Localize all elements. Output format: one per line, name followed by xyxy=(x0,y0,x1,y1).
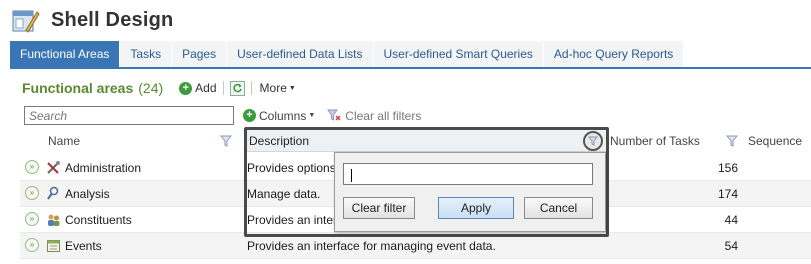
filter-icon[interactable] xyxy=(220,135,232,147)
tab-user-defined-smart-queries[interactable]: User-defined Smart Queries xyxy=(373,41,543,67)
filter-text-input[interactable] xyxy=(343,163,593,185)
clear-filter-button[interactable]: Clear filter xyxy=(343,197,415,219)
row-task-count: 156 xyxy=(717,161,738,175)
text-cursor xyxy=(351,169,352,182)
row-description: Provides an interface for managing event… xyxy=(247,239,496,253)
expand-icon[interactable]: » xyxy=(25,186,39,200)
row-name[interactable]: Analysis xyxy=(65,187,110,201)
record-count: (24) xyxy=(138,80,164,96)
tab-functional-areas[interactable]: Functional Areas xyxy=(10,41,120,67)
columns-button[interactable]: + Columns ▼ xyxy=(243,109,315,123)
column-header-tasks[interactable]: Number of Tasks xyxy=(610,134,700,148)
toolbar-divider xyxy=(222,81,224,95)
refresh-icon[interactable] xyxy=(229,80,245,96)
tab-tasks[interactable]: Tasks xyxy=(120,41,172,67)
add-label: Add xyxy=(195,81,217,95)
expand-icon[interactable]: » xyxy=(25,238,39,252)
plus-icon: + xyxy=(179,81,193,95)
tab-ad-hoc-query-reports[interactable]: Ad-hoc Query Reports xyxy=(543,41,684,67)
clear-filter-icon xyxy=(327,109,341,121)
expand-icon[interactable]: » xyxy=(25,160,39,174)
tab-bar: Functional Areas Tasks Pages User-define… xyxy=(10,41,684,67)
caret-down-icon: ▼ xyxy=(308,112,316,119)
row-task-count: 174 xyxy=(717,187,738,201)
clear-all-filters-button[interactable]: Clear all filters xyxy=(327,109,421,123)
tab-pages[interactable]: Pages xyxy=(172,41,227,67)
more-label: More xyxy=(259,81,287,95)
column-filter-popup: Clear filter Apply Cancel xyxy=(334,152,606,232)
row-name[interactable]: Constituents xyxy=(65,213,132,227)
row-name[interactable]: Events xyxy=(65,239,102,253)
row-name[interactable]: Administration xyxy=(65,161,141,175)
expand-icon[interactable]: » xyxy=(25,212,39,226)
cancel-button[interactable]: Cancel xyxy=(524,197,593,219)
tab-user-defined-data-lists[interactable]: User-defined Data Lists xyxy=(227,41,373,67)
row-task-count: 54 xyxy=(724,239,738,253)
caret-down-icon: ▼ xyxy=(288,84,296,92)
shell-design-icon xyxy=(12,10,40,33)
grid-toolbar: + Columns ▼ Clear all filters xyxy=(243,106,421,125)
tab-underline xyxy=(10,67,811,69)
column-header-sequence[interactable]: Sequence xyxy=(748,134,802,148)
calendar-icon xyxy=(47,240,60,252)
search-input[interactable] xyxy=(24,106,234,125)
panel-header: Functional areas (24) + Add More ▼ xyxy=(22,78,296,98)
columns-label: Columns xyxy=(259,108,307,123)
tools-icon xyxy=(47,161,60,174)
more-button[interactable]: More ▼ xyxy=(260,81,296,95)
panel-title: Functional areas xyxy=(22,80,134,96)
people-icon xyxy=(48,214,60,226)
add-button[interactable]: + Add xyxy=(179,81,217,95)
apply-button[interactable]: Apply xyxy=(438,197,514,219)
filter-icon[interactable] xyxy=(726,135,738,147)
page-header: Shell Design xyxy=(0,0,811,40)
column-header-name[interactable]: Name xyxy=(48,134,80,148)
clear-all-filters-label: Clear all filters xyxy=(345,108,422,123)
page-title: Shell Design xyxy=(51,9,174,31)
toolbar-divider xyxy=(250,81,252,95)
row-task-count: 44 xyxy=(724,213,738,227)
analysis-icon xyxy=(47,186,59,200)
plus-icon: + xyxy=(243,109,256,122)
